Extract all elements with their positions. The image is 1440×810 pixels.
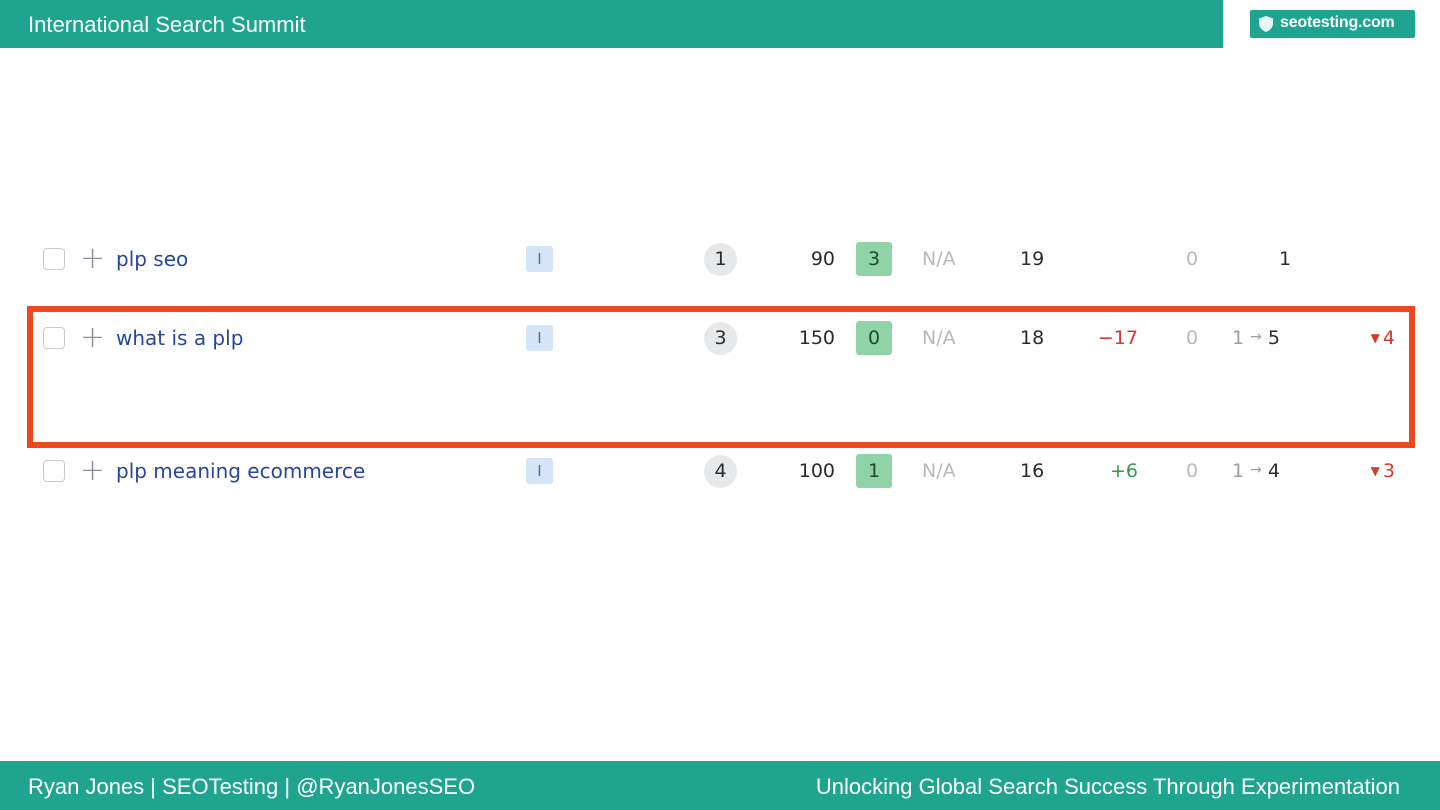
triangle-down-icon: ▼ xyxy=(1370,464,1380,478)
add-keyword-icon[interactable]: + xyxy=(80,239,105,279)
position-drop: ▼ 3 xyxy=(1371,451,1395,491)
cpc-value: N/A xyxy=(922,248,956,270)
slide-title: International Search Summit xyxy=(28,12,306,37)
cpc-value: N/A xyxy=(922,460,956,482)
table-row: + plp seo I 1 90 3 N/A 19 0 1 xyxy=(0,239,1440,279)
seotesting-logo: seotesting.com xyxy=(1250,10,1415,38)
slide-header-bar: International Search Summit xyxy=(0,0,1223,48)
highlight-box xyxy=(27,306,1415,448)
row-checkbox[interactable] xyxy=(43,460,65,482)
range-to: 1 xyxy=(1279,248,1292,270)
keyword-link[interactable]: plp meaning ecommerce xyxy=(116,451,365,491)
keyword-difficulty-badge: 1 xyxy=(856,454,892,488)
position-range: 1 → 4 xyxy=(1232,451,1280,491)
serp-value: 16 xyxy=(1020,460,1045,482)
add-keyword-icon[interactable]: + xyxy=(80,451,105,491)
intent-badge: I xyxy=(526,458,553,484)
table-row: + plp meaning ecommerce I 4 100 1 N/A 16… xyxy=(0,451,1440,491)
change-value: +6 xyxy=(1109,460,1138,482)
change-value xyxy=(1090,239,1138,279)
drop-value: 3 xyxy=(1382,460,1395,482)
footer-author: Ryan Jones | SEOTesting | @RyanJonesSEO xyxy=(28,774,476,799)
footer-tagline: Unlocking Global Search Success Through … xyxy=(815,774,1400,799)
serp-value: 19 xyxy=(1020,248,1045,270)
arrow-right-icon: → xyxy=(1250,462,1262,478)
keyword-difficulty-badge: 3 xyxy=(856,242,892,276)
range-from: 1 xyxy=(1232,460,1245,482)
range-to: 4 xyxy=(1267,460,1280,482)
position-badge: 4 xyxy=(704,455,737,488)
shield-icon xyxy=(1259,16,1273,32)
zero-value: 0 xyxy=(1186,460,1199,482)
keyword-link[interactable]: plp seo xyxy=(116,239,188,279)
search-volume: 90 xyxy=(810,248,835,270)
search-volume: 100 xyxy=(798,460,835,482)
slide-footer-bar: Ryan Jones | SEOTesting | @RyanJonesSEO … xyxy=(0,761,1440,810)
logo-text: seotesting.com xyxy=(1280,14,1395,31)
zero-value: 0 xyxy=(1186,248,1199,270)
position-badge: 1 xyxy=(704,243,737,276)
row-checkbox[interactable] xyxy=(43,248,65,270)
intent-badge: I xyxy=(526,246,553,272)
